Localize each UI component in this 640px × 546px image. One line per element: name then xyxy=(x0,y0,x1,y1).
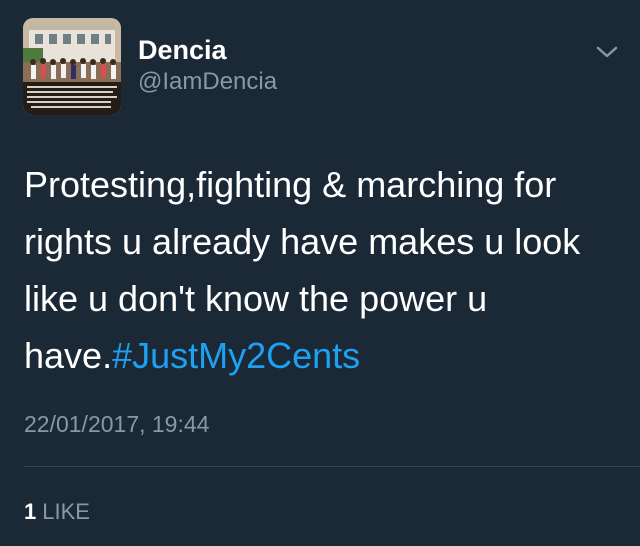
display-name[interactable]: Dencia xyxy=(138,34,227,66)
avatar[interactable] xyxy=(23,18,121,115)
chevron-down-icon[interactable] xyxy=(594,43,620,61)
divider xyxy=(24,466,640,467)
user-handle[interactable]: @IamDencia xyxy=(138,68,277,96)
tweet-timestamp: 22/01/2017, 19:44 xyxy=(24,411,210,437)
like-label: LIKE xyxy=(42,499,90,524)
hashtag-link[interactable]: #JustMy2Cents xyxy=(112,335,360,376)
tweet-text: Protesting,fighting & marching for right… xyxy=(24,156,624,384)
like-count: 1 xyxy=(24,499,37,524)
tweet-card: Dencia @IamDencia Protesting,fighting & … xyxy=(0,0,640,546)
like-stats[interactable]: 1 LIKE xyxy=(24,498,90,526)
